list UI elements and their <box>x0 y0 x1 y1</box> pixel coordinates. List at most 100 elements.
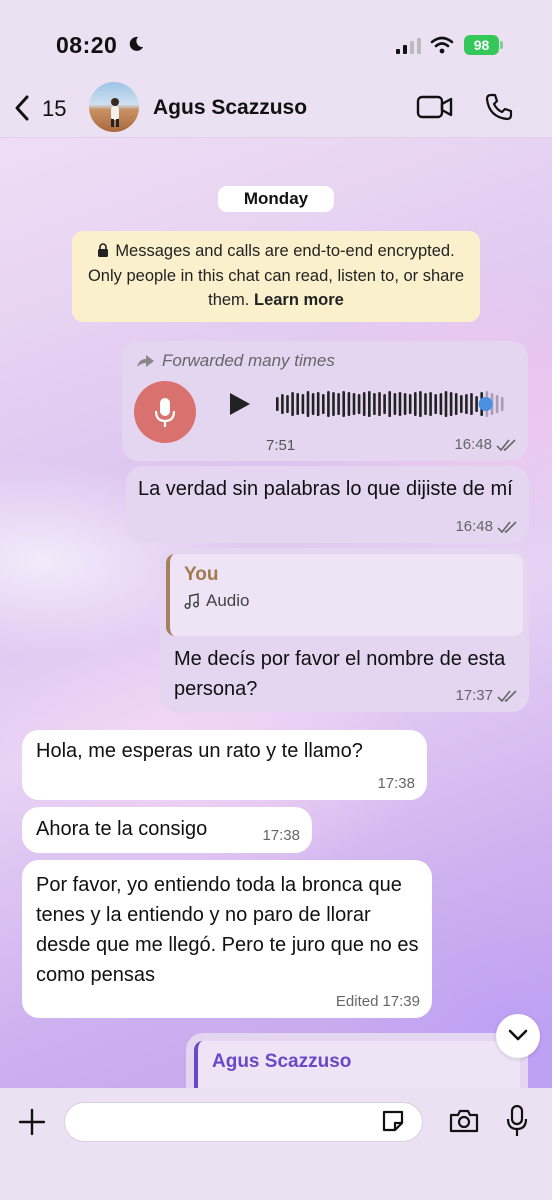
contact-avatar[interactable] <box>89 82 139 132</box>
camera-icon[interactable] <box>448 1108 480 1134</box>
signal-icon <box>396 38 421 54</box>
day-separator: Monday <box>218 186 334 212</box>
scroll-to-bottom-button[interactable] <box>496 1014 540 1058</box>
voice-call-icon[interactable] <box>484 92 514 122</box>
contact-name[interactable]: Agus Scazzuso <box>153 96 307 120</box>
battery-level: 98 <box>464 35 499 55</box>
message-meta: Edited 17:39 <box>336 993 420 1010</box>
message-time: 17:38 <box>262 827 300 844</box>
forwarded-text: Forwarded many times <box>162 351 335 370</box>
waveform-bar <box>500 397 504 411</box>
status-time: 08:20 <box>56 32 118 58</box>
unread-count[interactable]: 15 <box>42 96 66 122</box>
waveform-bar <box>347 392 351 416</box>
waveform-bar <box>322 394 325 414</box>
message-composer <box>0 1088 552 1200</box>
forwarded-label: Forwarded many times <box>136 351 335 371</box>
message-meta: 17:38 <box>262 827 300 844</box>
waveform-bar <box>373 393 376 415</box>
chevron-down-icon <box>508 1029 528 1041</box>
message-meta: 17:37 <box>455 687 517 704</box>
quote-author: You <box>184 564 219 585</box>
message-text: Ahora te la consigo <box>36 818 208 840</box>
voice-waveform[interactable] <box>276 387 506 421</box>
message-text: La verdad sin palabras lo que dijiste de… <box>138 478 513 500</box>
waveform-bar <box>327 391 330 417</box>
quote-text: Audio <box>206 591 250 610</box>
voice-sender-avatar <box>134 381 196 443</box>
message-time: 17:37 <box>455 687 493 704</box>
waveform-bar <box>368 391 371 417</box>
waveform-bar <box>388 391 391 417</box>
waveform-bar <box>424 393 427 415</box>
moon-icon <box>129 36 143 51</box>
plus-icon[interactable] <box>18 1108 46 1136</box>
waveform-bar <box>429 392 432 416</box>
message-meta: 16:48 <box>454 436 516 453</box>
play-icon[interactable] <box>226 391 252 417</box>
quoted-message[interactable]: Agus Scazzuso <box>194 1041 520 1088</box>
waveform-bar <box>475 396 478 412</box>
waveform-bar <box>362 392 366 416</box>
message-input[interactable] <box>64 1102 423 1142</box>
lock-icon <box>98 243 109 257</box>
incoming-message[interactable]: Hola, me esperas un rato y te llamo? 17:… <box>22 730 427 800</box>
read-ticks-icon <box>497 520 517 533</box>
battery-tip <box>500 41 503 49</box>
waveform-bar <box>444 391 448 417</box>
waveform-bar <box>296 393 299 415</box>
microphone-icon[interactable] <box>506 1105 528 1137</box>
waveform-bar <box>439 393 443 415</box>
battery-indicator: 98 <box>464 35 504 55</box>
waveform-bar <box>465 394 468 414</box>
waveform-bar <box>378 392 381 416</box>
message-text: Por favor, yo entiendo toda la bronca qu… <box>36 874 419 986</box>
video-call-icon[interactable] <box>416 94 454 120</box>
music-note-icon <box>184 593 200 609</box>
back-chevron-icon[interactable] <box>12 94 32 122</box>
waveform-bar <box>342 391 345 417</box>
incoming-message[interactable]: Ahora te la consigo 17:38 <box>22 807 312 853</box>
incoming-message[interactable]: Por favor, yo entiendo toda la bronca qu… <box>22 860 432 1018</box>
waveform-bar <box>434 394 437 414</box>
outgoing-message[interactable]: La verdad sin palabras lo que dijiste de… <box>126 466 529 543</box>
learn-more-link[interactable]: Learn more <box>254 291 344 309</box>
waveform-bar <box>449 392 453 416</box>
waveform-bar <box>311 393 315 415</box>
microphone-icon <box>154 398 176 427</box>
waveform-bar <box>286 395 289 413</box>
sticker-icon[interactable] <box>380 1108 406 1134</box>
waveform-bar <box>495 395 499 413</box>
waveform-progress-dot[interactable] <box>478 397 493 411</box>
forward-arrows-icon <box>137 355 154 367</box>
chat-header: 15 Agus Scazzuso <box>0 80 552 138</box>
edited-label: Edited <box>335 993 379 1010</box>
waveform-bar <box>419 391 422 417</box>
waveform-bar <box>408 394 412 414</box>
message-meta: 17:38 <box>377 775 415 792</box>
waveform-bar <box>414 392 417 416</box>
waveform-bar <box>357 394 361 414</box>
voice-message-bubble[interactable]: Forwarded many times 7:51 16:48 <box>122 341 528 461</box>
outgoing-reply-message[interactable]: Agus Scazzuso <box>186 1033 528 1088</box>
message-text: Hola, me esperas un rato y te llamo? <box>36 740 363 762</box>
status-bar: 08:20 98 <box>0 0 552 80</box>
waveform-bar <box>332 392 335 416</box>
waveform-bar <box>470 393 473 415</box>
voice-duration: 7:51 <box>266 437 296 454</box>
waveform-bar <box>393 393 397 415</box>
waveform-bar <box>398 392 402 416</box>
waveform-bar <box>454 393 458 415</box>
outgoing-reply-message[interactable]: You Audio Me decís por favor el nombre d… <box>160 548 529 712</box>
waveform-bar <box>301 394 305 414</box>
avatar-person-icon <box>111 98 119 127</box>
quoted-message[interactable]: You Audio <box>166 554 523 636</box>
message-meta: 16:48 <box>455 518 517 535</box>
chat-area[interactable]: Monday Messages and calls are end-to-end… <box>0 138 552 1088</box>
waveform-bar <box>383 394 386 414</box>
waveform-bar <box>306 391 310 417</box>
encryption-notice[interactable]: Messages and calls are end-to-end encryp… <box>72 231 480 322</box>
waveform-bar <box>316 392 320 416</box>
message-time: 17:38 <box>377 775 415 792</box>
wifi-icon <box>430 36 454 54</box>
